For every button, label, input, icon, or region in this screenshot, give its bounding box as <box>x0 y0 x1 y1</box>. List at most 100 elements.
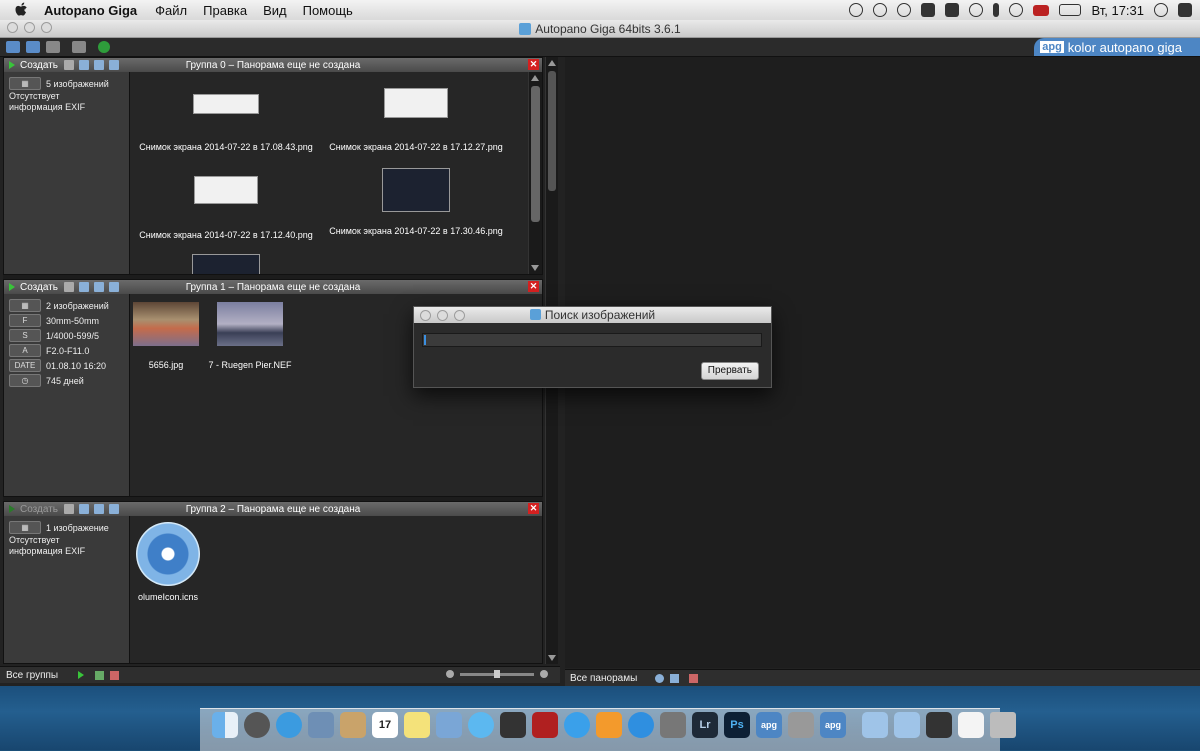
creative-cloud-icon[interactable] <box>849 3 864 17</box>
add-image-icon[interactable] <box>79 504 90 514</box>
menu-file[interactable]: Файл <box>155 3 187 18</box>
remove-image-icon[interactable] <box>94 60 105 70</box>
remove-panorama-icon[interactable] <box>689 673 699 683</box>
create-button[interactable]: Создать <box>9 504 58 515</box>
dialog-minimize-button[interactable] <box>437 310 448 321</box>
help-icon[interactable] <box>98 41 110 53</box>
facetime-icon[interactable] <box>500 712 526 738</box>
settings-icon[interactable] <box>655 673 665 683</box>
menu-app-name[interactable]: Autopano Giga <box>44 3 137 18</box>
remove-image-icon[interactable] <box>94 504 105 514</box>
search-status-icon[interactable] <box>897 3 912 17</box>
flag-icon[interactable] <box>1033 4 1050 16</box>
slider-track[interactable] <box>460 669 534 678</box>
messages-icon[interactable] <box>468 712 494 738</box>
apple-icon[interactable] <box>14 2 30 18</box>
grid-icon[interactable] <box>46 41 60 53</box>
wrench-icon[interactable] <box>64 504 75 514</box>
ibooks-icon[interactable] <box>596 712 622 738</box>
star-icon[interactable] <box>109 60 120 70</box>
time-machine-icon[interactable] <box>969 3 984 17</box>
add-image-icon[interactable] <box>79 282 90 292</box>
menu-edit[interactable]: Правка <box>203 3 247 18</box>
apg-icon[interactable]: apg <box>756 712 782 738</box>
scroll-down-icon[interactable] <box>548 655 556 661</box>
add-image-icon[interactable] <box>79 60 90 70</box>
scroll-thumb[interactable] <box>548 71 556 191</box>
thumbnail[interactable]: Снимок экрана 2014-07-22 в 17.30.46.png <box>321 168 511 236</box>
system-preferences-icon[interactable] <box>660 712 686 738</box>
thumbnail[interactable]: Снимок экрана 2014-07-22 в 17.12.40.png <box>131 176 321 240</box>
create-button[interactable]: Создать <box>9 282 58 293</box>
settings-icon[interactable] <box>72 41 86 53</box>
thumbnail[interactable]: Снимок экрана 2014-07-22 в 17.12.27.png <box>321 88 511 152</box>
remove-image-icon[interactable] <box>94 282 105 292</box>
scroll-thumb[interactable] <box>531 86 540 222</box>
menu-help[interactable]: Помощь <box>303 3 353 18</box>
close-group-icon[interactable]: ✕ <box>528 503 539 514</box>
scroll-up-icon[interactable] <box>531 75 539 81</box>
dialog-zoom-button[interactable] <box>454 310 465 321</box>
download-status-icon[interactable] <box>945 3 960 17</box>
disk-utility-icon[interactable] <box>788 712 814 738</box>
app-store-icon[interactable] <box>628 712 654 738</box>
render-all-icon[interactable] <box>78 671 85 679</box>
thumbnail[interactable] <box>131 254 321 274</box>
trash-icon[interactable] <box>990 712 1016 738</box>
create-button[interactable]: Создать <box>9 60 58 71</box>
finder-icon[interactable] <box>212 712 238 738</box>
thumbnail[interactable]: 5656.jpg <box>131 302 201 370</box>
itunes-icon[interactable] <box>564 712 590 738</box>
spotlight-icon[interactable] <box>1154 3 1168 17</box>
thumbnail[interactable]: olumeIcon.icns <box>131 522 205 602</box>
star-icon[interactable] <box>109 282 120 292</box>
all-panoramas-label[interactable]: Все панорамы <box>570 673 637 684</box>
close-group-icon[interactable]: ✕ <box>528 59 539 70</box>
contacts-icon[interactable] <box>340 712 366 738</box>
downloads-folder-icon[interactable] <box>862 712 888 738</box>
group-scrollbar[interactable] <box>528 72 542 274</box>
bluetooth-icon[interactable] <box>993 3 1000 17</box>
photoshop-icon[interactable]: Ps <box>724 712 750 738</box>
import-icon[interactable] <box>6 41 20 53</box>
preview-icon[interactable] <box>436 712 462 738</box>
safari-icon[interactable] <box>276 712 302 738</box>
lightroom-icon[interactable]: Lr <box>692 712 718 738</box>
star-icon[interactable] <box>109 504 120 514</box>
thumbnail-size-slider[interactable] <box>446 669 548 678</box>
thumbnail[interactable]: 7 - Ruegen Pier.NEF <box>205 302 295 370</box>
folder-status-icon[interactable] <box>921 3 936 17</box>
wifi-icon[interactable] <box>1009 3 1024 17</box>
photo-booth-icon[interactable] <box>532 712 558 738</box>
zoom-in-icon[interactable] <box>540 670 548 678</box>
folder-import-icon[interactable] <box>26 41 40 53</box>
battery-icon[interactable] <box>1059 4 1082 16</box>
menu-view[interactable]: Вид <box>263 3 287 18</box>
mail-icon[interactable] <box>308 712 334 738</box>
calendar-icon[interactable]: 17 <box>372 712 398 738</box>
remove-group-icon[interactable] <box>110 670 120 680</box>
apg-icon[interactable]: apg <box>820 712 846 738</box>
textedit-icon[interactable] <box>958 712 984 738</box>
notes-icon[interactable] <box>404 712 430 738</box>
exif-missing: Отсутствует информация EXIF <box>9 91 86 112</box>
edit-panorama-icon[interactable] <box>670 673 680 683</box>
wrench-icon[interactable] <box>64 282 75 292</box>
scroll-up-icon[interactable] <box>548 60 556 66</box>
slider-knob[interactable] <box>494 669 500 678</box>
menubar-clock[interactable]: Вт, 17:31 <box>1091 3 1144 18</box>
gear-status-icon[interactable] <box>873 3 888 17</box>
notification-center-icon[interactable] <box>1178 3 1192 17</box>
dialog-close-button[interactable] <box>420 310 431 321</box>
add-group-icon[interactable] <box>95 670 105 680</box>
thumbnail[interactable]: Снимок экрана 2014-07-22 в 17.08.43.png <box>131 94 321 152</box>
zoom-out-icon[interactable] <box>446 670 454 678</box>
documents-folder-icon[interactable] <box>894 712 920 738</box>
wrench-icon[interactable] <box>64 60 75 70</box>
close-group-icon[interactable]: ✕ <box>528 281 539 292</box>
abort-button[interactable]: Прервать <box>700 362 759 380</box>
all-groups-label[interactable]: Все группы <box>6 670 58 681</box>
scroll-down-icon[interactable] <box>531 265 539 271</box>
launchpad-icon[interactable] <box>244 712 270 738</box>
screenshot-stack-icon[interactable] <box>926 712 952 738</box>
